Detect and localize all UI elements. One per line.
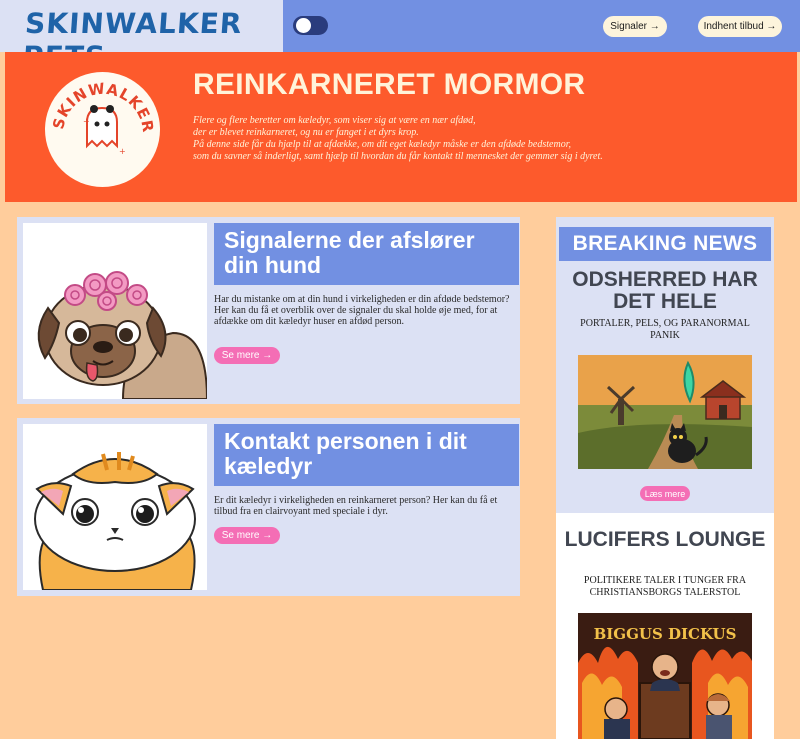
article-text: Har du mistanke om at din hund i virkeli… [214,294,510,327]
news-story-subtitle: PORTALER, PELS, OG PARANORMAL PANIK [580,318,750,341]
ghost-logo-icon: SKINWALKER PETS + + [39,58,156,156]
news-story-title[interactable]: LUCIFERS LOUNGE [556,529,774,551]
see-more-button[interactable]: Se mere → [214,527,280,544]
pug-icon [37,271,207,399]
article-title[interactable]: Kontakt personen i dit kæledyr [224,429,514,479]
article-card-dog: Signalerne der afslører din hund Har du … [17,217,520,404]
hero-banner: SKINWALKER PETS + + REINKARNERET MORMOR … [5,52,797,202]
pug-illustration [23,223,207,399]
parliament-fire-icon: BIGGUS DICKUS [578,613,752,739]
hero-description-line: der er blevet reinkarneret, og nu er fan… [193,127,419,138]
hero-description-line: som du savner så inderligt, samt hjælp t… [193,151,603,162]
nav-indhent-tilbud-button[interactable]: Indhent tilbud → [698,16,782,37]
logo-area[interactable]: SKINWALKER PETS [0,0,283,73]
toggle-knob [296,18,311,33]
hero-title: REINKARNERET MORMOR [193,68,586,101]
top-bar: SKINWALKER PETS Signaler → Indhent tilbu… [0,0,800,73]
article-text: Er dit kæledyr i virkeligheden en reinka… [214,495,498,517]
svg-text:+: + [119,147,126,156]
svg-text:+: + [83,117,90,126]
read-more-button[interactable]: Læs mere [640,486,690,501]
article-card-contact: Kontakt personen i dit kæledyr Er dit kæ… [17,418,520,596]
see-more-button[interactable]: Se mere → [214,347,280,364]
breaking-news-panel: BREAKING NEWS ODSHERRED HAR DET HELE POR… [556,217,774,739]
portal-landscape-icon [578,355,752,469]
breaking-news-heading: BREAKING NEWS [559,227,771,261]
hero-description-line: Flere og flere beretter om kæledyr, som … [193,115,476,126]
nav-signaler-button[interactable]: Signaler → [603,16,667,37]
article-title-box: Signalerne der afslører din hund [214,223,519,285]
banner-text: BIGGUS DICKUS [594,625,737,643]
article-title[interactable]: Signalerne der afslører din hund [224,228,514,278]
theme-toggle[interactable] [293,16,328,35]
news-story-title[interactable]: ODSHERRED HAR DET HELE [556,269,774,313]
cat-illustration [23,424,207,590]
hero-description-line: På denne side får du hjælp til at afdækk… [193,139,571,150]
hero-logo: SKINWALKER PETS + + [39,58,160,187]
news-story-subtitle: POLITIKERE TALER I TUNGER FRA CHRISTIANS… [583,575,747,598]
portal-cat-illustration [578,355,752,469]
hero-description: Flere og flere beretter om kæledyr, som … [193,115,793,163]
article-title-box: Kontakt personen i dit kæledyr [214,424,519,486]
cat-icon [34,452,196,590]
parliament-illustration: BIGGUS DICKUS [578,613,752,739]
